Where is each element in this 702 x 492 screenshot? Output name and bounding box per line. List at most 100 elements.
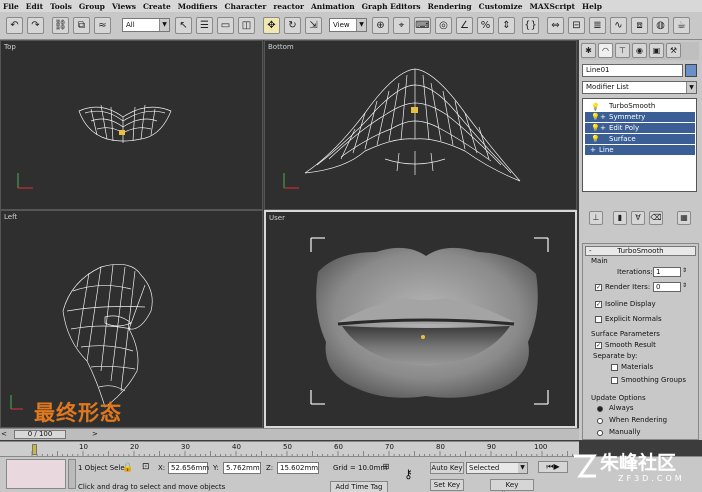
- add-time-tag-button[interactable]: Add Time Tag: [330, 481, 388, 492]
- viewport-bottom[interactable]: Bottom: [264, 40, 577, 210]
- when-rendering-radio[interactable]: [597, 418, 603, 424]
- key-icon[interactable]: ⚷: [404, 467, 413, 481]
- x-coord-field[interactable]: 52.656mm: [168, 462, 209, 474]
- render-iters-checkbox[interactable]: ✓: [595, 284, 602, 291]
- time-slider-track[interactable]: < 0 / 100 >: [0, 428, 579, 440]
- schematic-view-icon[interactable]: ⧈: [631, 17, 648, 34]
- lightbulb-icon[interactable]: 💡: [591, 134, 600, 144]
- next-frame-icon[interactable]: >: [92, 430, 102, 439]
- y-coord-field[interactable]: 5.762mm: [223, 462, 261, 474]
- auto-key-button[interactable]: Auto Key: [430, 462, 464, 474]
- menu-graph-editors[interactable]: Graph Editors: [362, 2, 421, 11]
- mirror-icon[interactable]: ⇔: [547, 17, 564, 34]
- material-editor-icon[interactable]: ◍: [652, 17, 669, 34]
- object-name-field[interactable]: Line01: [582, 64, 683, 77]
- configure-sets-icon[interactable]: ▦: [677, 211, 691, 225]
- keyboard-shortcut-icon[interactable]: ⌨: [414, 17, 431, 34]
- create-tab-icon[interactable]: ✱: [581, 43, 596, 58]
- menu-character[interactable]: Character: [225, 2, 267, 11]
- object-color-swatch[interactable]: [685, 64, 697, 77]
- stack-item-symmetry[interactable]: 💡 + Symmetry: [585, 112, 695, 122]
- rollout-header[interactable]: - TurboSmooth: [585, 246, 696, 256]
- display-tab-icon[interactable]: ▣: [649, 43, 664, 58]
- utilities-tab-icon[interactable]: ⚒: [666, 43, 681, 58]
- smooth-result-checkbox[interactable]: ✓: [595, 342, 602, 349]
- modify-tab-icon[interactable]: ◠: [598, 43, 613, 58]
- select-and-move-icon[interactable]: ✥: [263, 17, 280, 34]
- undo-icon[interactable]: ↶: [6, 17, 23, 34]
- menu-rendering[interactable]: Rendering: [428, 2, 472, 11]
- make-unique-icon[interactable]: ∀: [631, 211, 645, 225]
- pin-stack-icon[interactable]: ⊥: [589, 211, 603, 225]
- materials-checkbox[interactable]: [611, 364, 618, 371]
- key-filters-button[interactable]: Key Filters...: [490, 479, 534, 492]
- stack-item-line[interactable]: + Line: [585, 145, 695, 155]
- stack-item-turbosmooth[interactable]: 💡 TurboSmooth: [585, 101, 695, 111]
- manually-radio[interactable]: [597, 430, 603, 436]
- curve-editor-icon[interactable]: ∿: [610, 17, 627, 34]
- remove-modifier-icon[interactable]: ⌫: [649, 211, 663, 225]
- named-selection-icon[interactable]: {}: [522, 17, 539, 34]
- menu-group[interactable]: Group: [79, 2, 105, 11]
- bind-space-warp-icon[interactable]: ≈: [94, 17, 111, 34]
- menu-file[interactable]: File: [3, 2, 19, 11]
- unlink-icon[interactable]: ⧉: [73, 17, 90, 34]
- track-bar[interactable]: 10 20 30 40 50 60 70 80 90 100: [0, 441, 579, 457]
- menu-animation[interactable]: Animation: [311, 2, 355, 11]
- menu-tools[interactable]: Tools: [50, 2, 72, 11]
- selection-filter-dropdown[interactable]: All ▼: [122, 18, 170, 32]
- spinner-snap-icon[interactable]: ⇕: [498, 17, 515, 34]
- listener-toggle[interactable]: [68, 459, 76, 489]
- stack-item-surface[interactable]: 💡 Surface: [585, 134, 695, 144]
- maxscript-listener-mini[interactable]: [6, 459, 66, 489]
- menu-edit[interactable]: Edit: [26, 2, 43, 11]
- menu-help[interactable]: Help: [582, 2, 602, 11]
- snap-toggle-icon[interactable]: ◎: [435, 17, 452, 34]
- prev-frame-icon[interactable]: <: [1, 430, 11, 439]
- key-selection-dropdown[interactable]: Selected ▼: [466, 462, 528, 474]
- select-object-icon[interactable]: ↖: [175, 17, 192, 34]
- spinner-arrows-icon[interactable]: ⇕: [682, 267, 687, 274]
- menu-reactor[interactable]: reactor: [273, 2, 304, 11]
- render-teapot-icon[interactable]: ☕: [673, 17, 690, 34]
- menu-maxscript[interactable]: MAXScript: [530, 2, 575, 11]
- viewport-left[interactable]: Left: [0, 210, 263, 428]
- set-key-button[interactable]: Set Key: [430, 479, 464, 491]
- align-icon[interactable]: ⊟: [568, 17, 585, 34]
- menu-modifiers[interactable]: Modifiers: [178, 2, 218, 11]
- select-and-rotate-icon[interactable]: ↻: [284, 17, 301, 34]
- percent-snap-icon[interactable]: %: [477, 17, 494, 34]
- redo-icon[interactable]: ↷: [27, 17, 44, 34]
- layer-manager-icon[interactable]: ≣: [589, 17, 606, 34]
- select-and-scale-icon[interactable]: ⇲: [305, 17, 322, 34]
- expand-icon[interactable]: +: [590, 145, 596, 155]
- modifier-list-dropdown[interactable]: Modifier List ▼: [582, 81, 697, 94]
- select-by-name-icon[interactable]: ☰: [196, 17, 213, 34]
- menu-create[interactable]: Create: [143, 2, 171, 11]
- lightbulb-icon[interactable]: 💡: [591, 123, 600, 133]
- grid-snap-icon[interactable]: ⊞: [380, 462, 392, 474]
- reference-coordinate-dropdown[interactable]: View ▼: [329, 18, 367, 32]
- render-iters-spinner[interactable]: 0: [653, 282, 681, 292]
- isoline-display-checkbox[interactable]: ✓: [595, 301, 602, 308]
- stack-item-edit-poly[interactable]: 💡 + Edit Poly: [585, 123, 695, 133]
- playback-controls-icon[interactable]: ⏮▶: [538, 461, 568, 473]
- time-slider-thumb[interactable]: 0 / 100: [14, 430, 66, 439]
- smoothing-groups-checkbox[interactable]: [611, 377, 618, 384]
- window-crossing-icon[interactable]: ◫: [238, 17, 255, 34]
- pivot-center-icon[interactable]: ⊕: [372, 17, 389, 34]
- angle-snap-icon[interactable]: ∠: [456, 17, 473, 34]
- viewport-top[interactable]: Top: [0, 40, 263, 210]
- rectangle-selection-icon[interactable]: ▭: [217, 17, 234, 34]
- link-icon[interactable]: ⛓: [52, 17, 69, 34]
- viewport-user[interactable]: User: [264, 210, 577, 428]
- hierarchy-tab-icon[interactable]: ⊤: [615, 43, 630, 58]
- z-coord-field[interactable]: 15.602mm: [277, 462, 319, 474]
- expand-icon[interactable]: +: [600, 123, 606, 133]
- always-radio[interactable]: [597, 406, 603, 412]
- menu-customize[interactable]: Customize: [479, 2, 523, 11]
- expand-icon[interactable]: +: [600, 112, 606, 122]
- lock-selection-icon[interactable]: 🔒: [122, 463, 133, 473]
- menu-views[interactable]: Views: [112, 2, 136, 11]
- select-manipulate-icon[interactable]: ⌖: [393, 17, 410, 34]
